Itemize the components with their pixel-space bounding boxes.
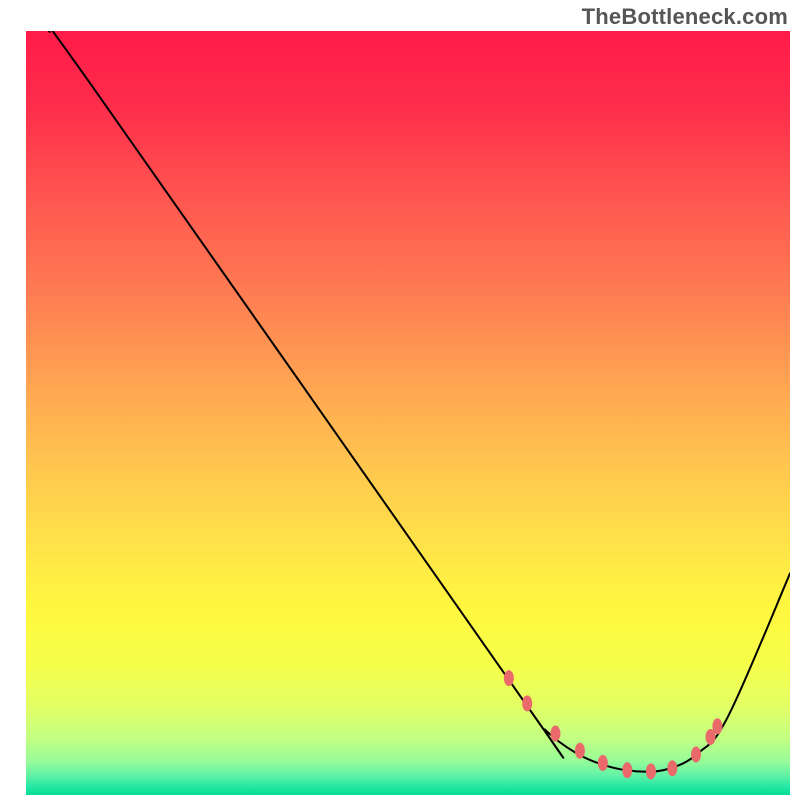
curve-marker <box>598 755 608 771</box>
curve-marker <box>550 726 560 742</box>
curve-marker <box>622 762 632 778</box>
bottleneck-chart <box>0 0 800 800</box>
curve-marker <box>522 695 532 711</box>
curve-marker <box>691 747 701 763</box>
curve-marker <box>575 743 585 759</box>
curve-marker <box>667 760 677 776</box>
chart-stage: TheBottleneck.com <box>0 0 800 800</box>
plot-background <box>26 31 790 795</box>
curve-marker <box>646 763 656 779</box>
curve-marker <box>504 670 514 686</box>
curve-marker <box>712 718 722 734</box>
